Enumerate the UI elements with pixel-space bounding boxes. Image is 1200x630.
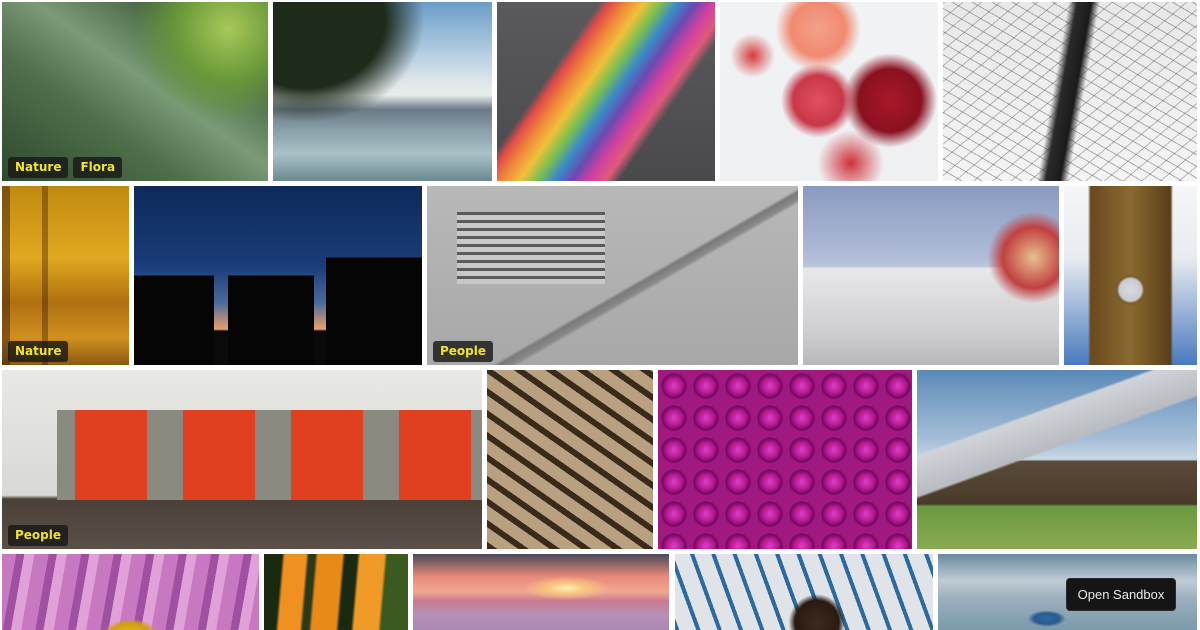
gallery-tile-fruit[interactable] — [720, 2, 938, 181]
trees-photo — [943, 2, 1197, 181]
tag-people[interactable]: People — [433, 341, 494, 362]
tag-list: People — [433, 341, 494, 362]
gallery-tile-orange[interactable] — [264, 554, 408, 630]
gallery-tile-silhouettes[interactable] — [134, 186, 422, 365]
gallery-tile-leaf[interactable]: Nature Flora — [2, 2, 268, 181]
tag-nature[interactable]: Nature — [8, 157, 69, 178]
roof-beams-photo — [487, 370, 653, 549]
gallery-tile-pinkflower[interactable] — [2, 554, 259, 630]
sunset-photo — [413, 554, 669, 630]
gallery-tile-graffiti[interactable] — [675, 554, 933, 630]
barn-photo — [917, 370, 1197, 549]
dahlia-photo — [658, 370, 912, 549]
pink-flower-photo — [2, 554, 259, 630]
gallery-tile-bigben[interactable] — [1064, 186, 1197, 365]
gallery-tile-autumn[interactable]: Nature — [2, 186, 129, 365]
gallery-tile-boats[interactable] — [273, 2, 492, 181]
boats-photo — [273, 2, 492, 181]
open-sandbox-button[interactable]: Open Sandbox — [1066, 578, 1176, 611]
big-ben-photo — [1064, 186, 1197, 365]
gallery-tile-concrete[interactable]: People — [427, 186, 798, 365]
pencils-photo — [497, 2, 715, 181]
gallery-tile-roof[interactable] — [487, 370, 653, 549]
orange-petals-photo — [264, 554, 408, 630]
fire-station-photo — [2, 370, 482, 549]
tag-list: Nature — [8, 341, 69, 362]
tag-flora[interactable]: Flora — [73, 157, 123, 178]
gallery-tile-barn[interactable] — [917, 370, 1197, 549]
gallery-tile-trees[interactable] — [943, 2, 1197, 181]
gallery-tile-greek[interactable] — [803, 186, 1059, 365]
tag-list: People — [8, 525, 69, 546]
greek-building-photo — [803, 186, 1059, 365]
tag-people[interactable]: People — [8, 525, 69, 546]
leaf-photo — [2, 2, 268, 181]
tag-list: Nature Flora — [8, 157, 123, 178]
gallery-tile-pencils[interactable] — [497, 2, 715, 181]
tag-nature[interactable]: Nature — [8, 341, 69, 362]
fruit-photo — [720, 2, 938, 181]
autumn-photo — [2, 186, 129, 365]
concrete-stairs-photo — [427, 186, 798, 365]
building-silhouette — [134, 186, 422, 365]
graffiti-photo — [675, 554, 933, 630]
gallery-tile-sunset[interactable] — [413, 554, 669, 630]
gallery-tile-dahlia[interactable] — [658, 370, 912, 549]
gallery-tile-firestation[interactable]: People — [2, 370, 482, 549]
